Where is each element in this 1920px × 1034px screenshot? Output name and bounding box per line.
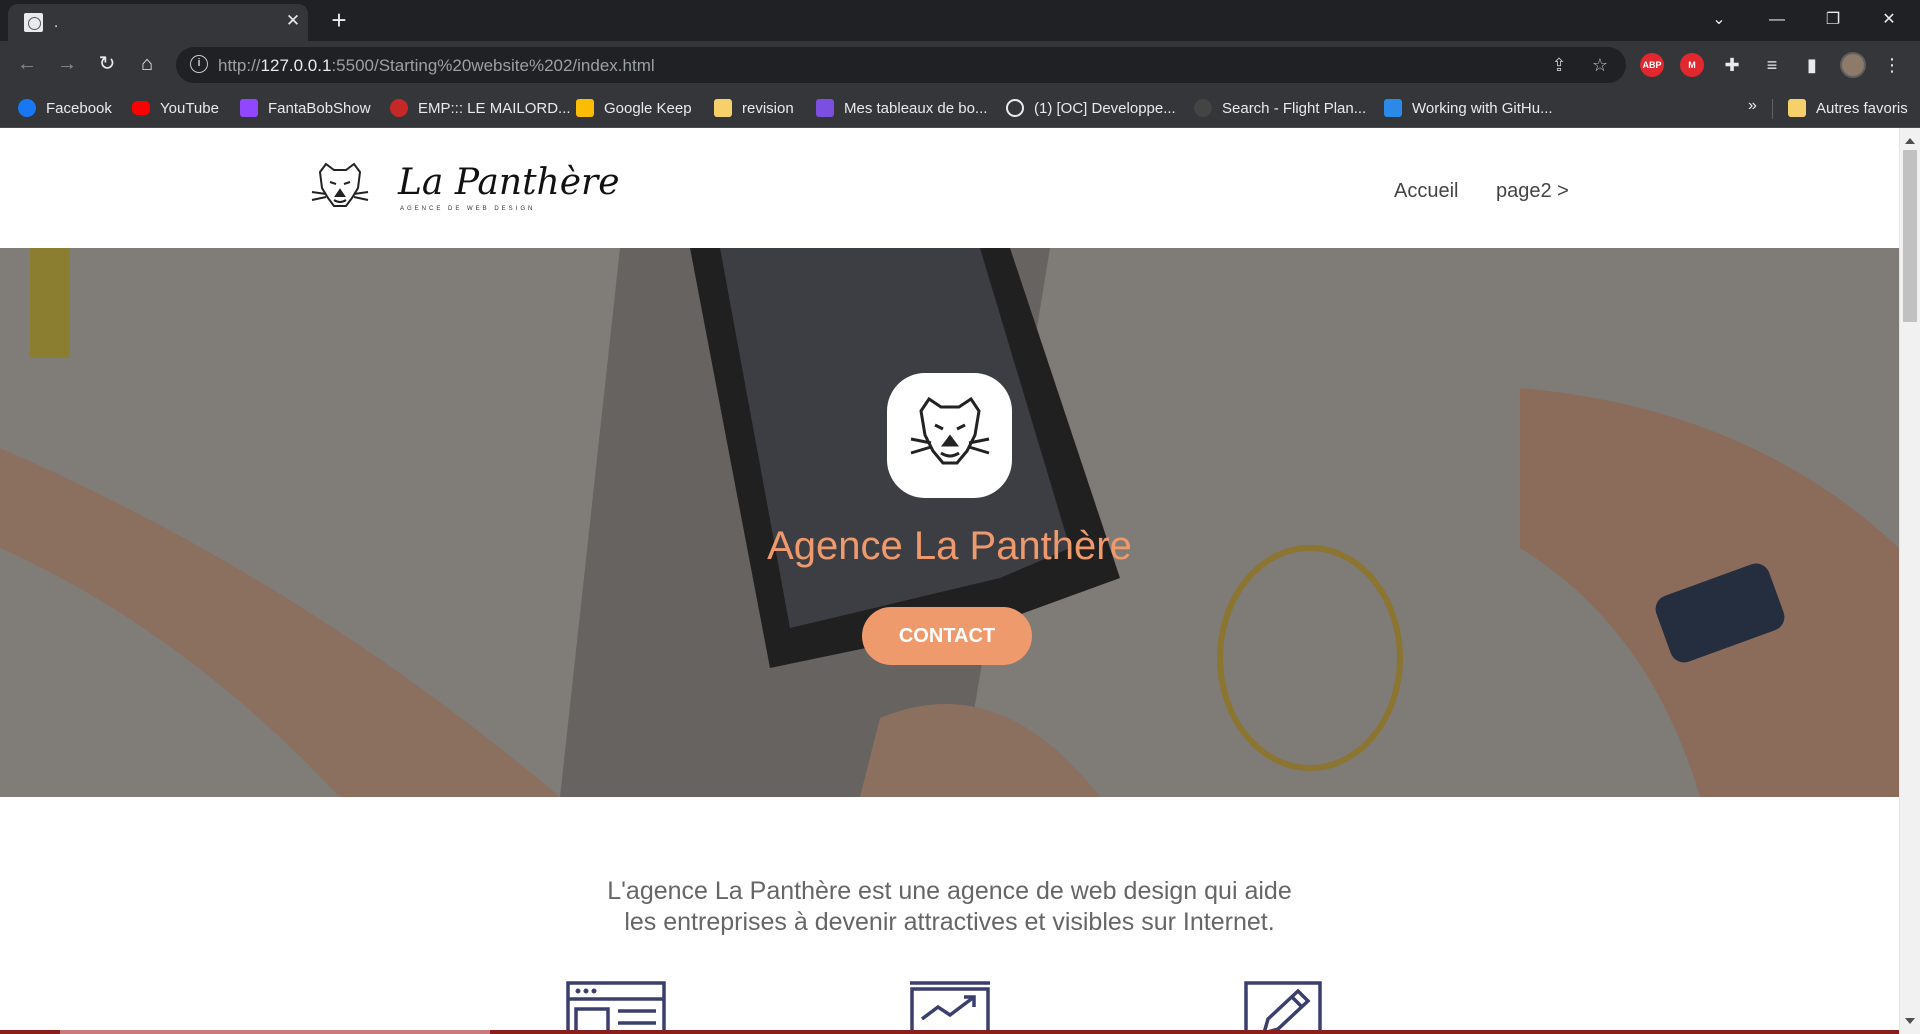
bookmark-label: Autres favoris xyxy=(1816,99,1908,117)
bookmark-google-keep[interactable]: Google Keep xyxy=(576,97,692,119)
url-text[interactable]: http://127.0.0.1:5500/Starting%20website… xyxy=(218,56,655,76)
hero-title: Agence La Panthère xyxy=(767,524,1132,568)
facebook-icon xyxy=(18,99,36,117)
intro-text: L'agence La Panthère est une agence de w… xyxy=(0,876,1899,938)
edit-pencil-icon xyxy=(1244,981,1322,1034)
bookmark-facebook[interactable]: Facebook xyxy=(18,97,112,119)
emp-icon xyxy=(390,99,408,117)
growth-chart-icon xyxy=(910,981,990,1034)
openclassrooms-icon xyxy=(1006,99,1024,117)
browser-toolbar: ← → ↻ ⌂ i http://127.0.0.1:5500/Starting… xyxy=(0,41,1920,89)
scroll-up-arrow-icon[interactable] xyxy=(1905,138,1915,144)
site-info-icon[interactable]: i xyxy=(190,55,208,73)
hero-panther-logo xyxy=(887,373,1012,498)
bookmark-label: FantaBobShow xyxy=(268,99,371,117)
bookmark-fantabobshow[interactable]: FantaBobShow xyxy=(240,97,371,119)
forward-button[interactable]: → xyxy=(52,49,82,79)
address-bar[interactable]: i http://127.0.0.1:5500/Starting%20websi… xyxy=(176,47,1626,83)
scrollbar-thumb[interactable] xyxy=(1903,150,1917,322)
bookmark-label: (1) [OC] Developpe... xyxy=(1034,99,1176,117)
bookmark-label: Working with GitHu... xyxy=(1412,99,1553,117)
bookmark-label: Facebook xyxy=(46,99,112,117)
panther-logo-icon xyxy=(311,162,369,207)
minimize-button[interactable]: — xyxy=(1752,5,1802,35)
bookmark-revision[interactable]: revision xyxy=(714,97,794,119)
bookmark-label: Google Keep xyxy=(604,99,692,117)
profile-avatar[interactable] xyxy=(1840,52,1866,78)
adblock-extension-icon[interactable]: ABP xyxy=(1640,53,1664,77)
board-icon xyxy=(816,99,834,117)
tab-favicon-icon xyxy=(24,13,43,32)
reload-button[interactable]: ↻ xyxy=(92,49,122,79)
folder-icon xyxy=(1788,99,1806,117)
logo-text: La Panthère xyxy=(398,162,620,203)
url-host: 127.0.0.1 xyxy=(260,56,332,75)
browser-menu-icon[interactable]: ⋮ xyxy=(1880,53,1904,77)
hero-overlay xyxy=(0,248,1899,797)
site-header: La Panthère AGENCE DE WEB DESIGN Accueil… xyxy=(0,128,1899,248)
bookmark-openclassrooms[interactable]: (1) [OC] Developpe... xyxy=(1006,97,1176,119)
bookmark-youtube[interactable]: YouTube xyxy=(132,97,219,119)
vscode-icon xyxy=(1384,99,1402,117)
vertical-scrollbar[interactable] xyxy=(1899,128,1920,1034)
bookmark-label: Mes tableaux de bo... xyxy=(844,99,988,117)
twitch-icon xyxy=(240,99,258,117)
scroll-down-arrow-icon[interactable] xyxy=(1905,1018,1915,1024)
panther-face-icon xyxy=(910,396,990,465)
media-queue-icon[interactable]: ≡ xyxy=(1760,53,1784,77)
bookmark-label: Search - Flight Plan... xyxy=(1222,99,1367,117)
tab-close-icon[interactable]: ✕ xyxy=(282,10,304,32)
tab-strip: . ✕ + ⌄ — ❐ ✕ xyxy=(0,0,1920,41)
tab-search-icon[interactable]: ⌄ xyxy=(1694,5,1744,35)
m-extension-icon[interactable]: M xyxy=(1680,53,1704,77)
restore-button[interactable]: ❐ xyxy=(1808,5,1858,35)
youtube-icon xyxy=(132,101,150,115)
contact-button[interactable]: CONTACT xyxy=(862,607,1032,665)
intro-line: L'agence La Panthère est une agence de w… xyxy=(607,877,1292,905)
logo-subtitle: AGENCE DE WEB DESIGN xyxy=(400,206,536,212)
bookmark-label: YouTube xyxy=(160,99,219,117)
web-layout-icon xyxy=(566,981,666,1034)
intro-line: les entreprises à devenir attractives et… xyxy=(624,908,1275,936)
folder-icon xyxy=(714,99,732,117)
bookmarks-divider xyxy=(1772,99,1773,119)
new-tab-button[interactable]: + xyxy=(325,6,353,34)
side-panel-icon[interactable]: ▮ xyxy=(1800,53,1824,77)
page-viewport: La Panthère AGENCE DE WEB DESIGN Accueil… xyxy=(0,128,1920,1034)
keep-icon xyxy=(576,99,594,117)
nav-link-page2[interactable]: page2 > xyxy=(1496,180,1569,203)
bookmark-label: EMP::: LE MAILORD... xyxy=(418,99,571,117)
extensions-puzzle-icon[interactable]: ✚ xyxy=(1720,53,1744,77)
site-logo[interactable]: La Panthère AGENCE DE WEB DESIGN xyxy=(306,154,620,222)
bookmark-other-favorites[interactable]: Autres favoris xyxy=(1788,97,1908,119)
url-path: :5500/Starting%20website%202/index.html xyxy=(331,56,655,75)
bookmark-flightplan[interactable]: Search - Flight Plan... xyxy=(1194,97,1366,119)
bookmark-github[interactable]: Working with GitHu... xyxy=(1384,97,1553,119)
back-button[interactable]: ← xyxy=(12,49,42,79)
tab-title: . xyxy=(54,14,59,31)
flightplan-icon xyxy=(1194,99,1212,117)
page-bottom-bar xyxy=(0,1030,1899,1034)
bookmarks-overflow-button[interactable]: » xyxy=(1748,97,1757,115)
bookmarks-bar: Facebook YouTube FantaBobShow EMP::: LE … xyxy=(0,89,1920,128)
bookmark-emp[interactable]: EMP::: LE MAILORD... xyxy=(390,97,571,119)
close-window-button[interactable]: ✕ xyxy=(1864,5,1914,35)
nav-link-accueil[interactable]: Accueil xyxy=(1394,180,1458,203)
share-icon[interactable]: ⇪ xyxy=(1548,54,1570,76)
home-button[interactable]: ⌂ xyxy=(132,49,162,79)
browser-tab[interactable]: . ✕ xyxy=(8,4,308,41)
bookmark-star-icon[interactable]: ☆ xyxy=(1589,54,1611,76)
hero-banner: Agence La Panthère CONTACT xyxy=(0,248,1899,797)
url-prefix: http:// xyxy=(218,56,261,75)
bookmark-label: revision xyxy=(742,99,794,117)
bookmark-tableaux[interactable]: Mes tableaux de bo... xyxy=(816,97,987,119)
